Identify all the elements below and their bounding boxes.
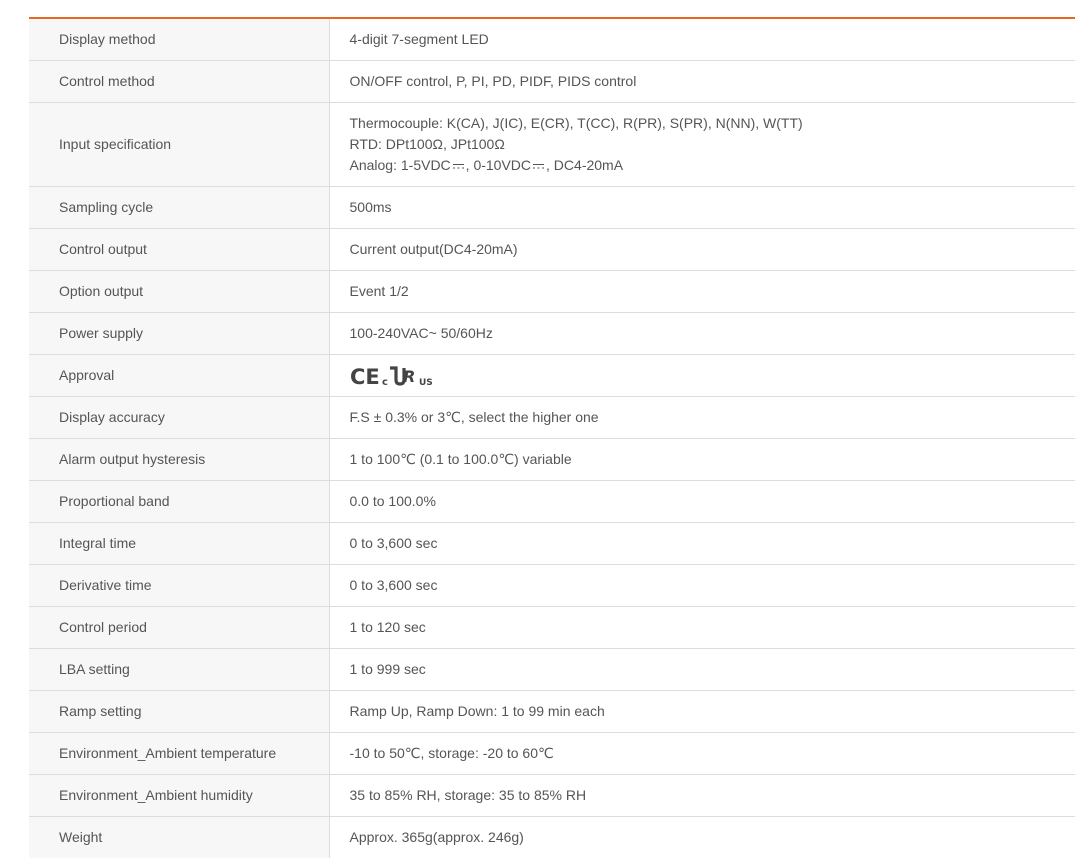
spec-value: 1 to 100℃ (0.1 to 100.0℃) variable <box>329 438 1075 481</box>
spec-label: Display accuracy <box>29 396 330 439</box>
spec-value-approval: CE c R US <box>329 354 1075 397</box>
spec-row-display-method: Display method 4-digit 7-segment LED <box>29 18 1075 61</box>
spec-row-proportional-band: Proportional band 0.0 to 100.0% <box>29 480 1075 523</box>
spec-row-weight: Weight Approx. 365g(approx. 246g) <box>29 816 1075 858</box>
dc-voltage-symbol-icon <box>452 163 464 169</box>
spec-value: 0 to 3,600 sec <box>329 522 1075 565</box>
spec-label: Proportional band <box>29 480 330 523</box>
analog-text-a: Analog: 1-5VDC <box>349 157 451 173</box>
spec-value: 0.0 to 100.0% <box>329 480 1075 523</box>
spec-row-integral-time: Integral time 0 to 3,600 sec <box>29 522 1075 565</box>
spec-row-control-method: Control method ON/OFF control, P, PI, PD… <box>29 60 1075 103</box>
spec-value: 4-digit 7-segment LED <box>329 18 1075 61</box>
spec-row-ambient-humidity: Environment_Ambient humidity 35 to 85% R… <box>29 774 1075 817</box>
spec-row-ramp-setting: Ramp setting Ramp Up, Ramp Down: 1 to 99… <box>29 690 1075 733</box>
spec-label: Option output <box>29 270 330 313</box>
us-mark-text: US <box>419 378 433 387</box>
spec-value: Current output(DC4-20mA) <box>329 228 1075 271</box>
dc-voltage-symbol-icon <box>533 163 545 169</box>
ce-mark-text: CE <box>350 365 380 387</box>
spec-row-approval: Approval CE c R US <box>29 354 1075 397</box>
spec-label: Weight <box>29 816 330 858</box>
spec-value: Ramp Up, Ramp Down: 1 to 99 min each <box>329 690 1075 733</box>
spec-label: Power supply <box>29 312 330 355</box>
spec-value: 1 to 999 sec <box>329 648 1075 691</box>
analog-line: Analog: 1-5VDC , 0-10VDC , DC4-20mA <box>350 155 1075 176</box>
spec-row-ambient-temperature: Environment_Ambient temperature -10 to 5… <box>29 732 1075 775</box>
spec-label: Control method <box>29 60 330 103</box>
spec-value: ON/OFF control, P, PI, PD, PIDF, PIDS co… <box>329 60 1075 103</box>
spec-value: 100-240VAC~ 50/60Hz <box>329 312 1075 355</box>
ce-cur-us-certification-icon: CE c R US <box>350 365 433 387</box>
spec-value: F.S ± 0.3% or 3℃, select the higher one <box>329 396 1075 439</box>
c-mark-text: c <box>382 377 388 387</box>
spec-label: Input specification <box>29 102 330 187</box>
ur-mark-text: R <box>403 367 415 386</box>
specification-table: Display method 4-digit 7-segment LED Con… <box>29 17 1075 858</box>
rtd-line: RTD: DPt100Ω, JPt100Ω <box>349 136 505 152</box>
spec-label: Control output <box>29 228 330 271</box>
analog-text-c: , DC4-20mA <box>546 157 624 173</box>
spec-label: LBA setting <box>29 648 330 691</box>
spec-value: Approx. 365g(approx. 246g) <box>349 829 524 845</box>
spec-row-power-supply: Power supply 100-240VAC~ 50/60Hz <box>29 312 1075 355</box>
spec-row-option-output: Option output Event 1/2 <box>29 270 1075 313</box>
spec-row-control-period: Control period 1 to 120 sec <box>29 606 1075 649</box>
spec-label: Environment_Ambient temperature <box>29 732 330 775</box>
spec-value-multiline: Thermocouple: K(CA), J(IC), E(CR), T(CC)… <box>329 102 1075 187</box>
spec-value: 35 to 85% RH, storage: 35 to 85% RH <box>329 774 1075 817</box>
spec-row-control-output: Control output Current output(DC4-20mA) <box>29 228 1075 271</box>
spec-label: Sampling cycle <box>29 186 330 229</box>
spec-label: Control period <box>29 606 330 649</box>
analog-text-b: , 0-10VDC <box>465 157 532 173</box>
spec-label: Alarm output hysteresis <box>29 438 330 481</box>
spec-row-lba-setting: LBA setting 1 to 999 sec <box>29 648 1075 691</box>
spec-value: 1 to 120 sec <box>329 606 1075 649</box>
spec-row-sampling-cycle: Sampling cycle 500ms <box>29 186 1075 229</box>
spec-value: Event 1/2 <box>329 270 1075 313</box>
spec-row-alarm-output-hysteresis: Alarm output hysteresis 1 to 100℃ (0.1 t… <box>29 438 1075 481</box>
spec-value: 0 to 3,600 sec <box>329 564 1075 607</box>
spec-value: 500ms <box>329 186 1075 229</box>
spec-label: Approval <box>29 354 330 397</box>
spec-label: Display method <box>29 18 330 61</box>
spec-label: Environment_Ambient humidity <box>29 774 330 817</box>
spec-label: Derivative time <box>29 564 330 607</box>
spec-value: -10 to 50℃, storage: -20 to 60℃ <box>329 732 1075 775</box>
spec-label: Ramp setting <box>29 690 330 733</box>
spec-row-input-specification: Input specification Thermocouple: K(CA),… <box>29 102 1075 187</box>
spec-row-derivative-time: Derivative time 0 to 3,600 sec <box>29 564 1075 607</box>
thermocouple-line: Thermocouple: K(CA), J(IC), E(CR), T(CC)… <box>349 115 803 131</box>
spec-row-display-accuracy: Display accuracy F.S ± 0.3% or 3℃, selec… <box>29 396 1075 439</box>
spec-label: Integral time <box>29 522 330 565</box>
